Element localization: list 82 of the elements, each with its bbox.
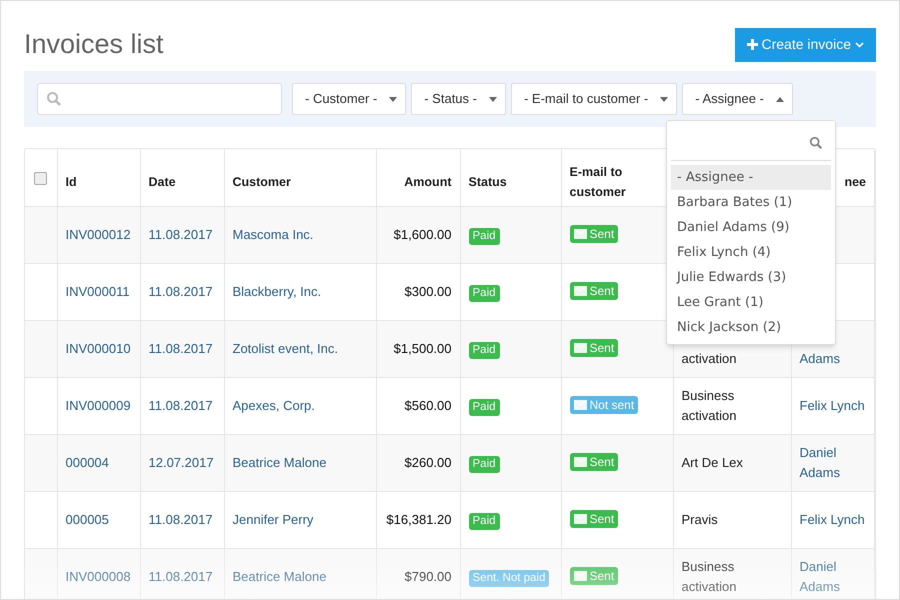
- status-badge: Paid: [468, 456, 500, 472]
- date-link[interactable]: 11.08.2017: [148, 510, 216, 530]
- status-badge: Paid: [468, 512, 500, 530]
- column-header: Customer: [232, 175, 291, 190]
- envelope-icon: [574, 400, 586, 410]
- email-badge: Sent: [570, 224, 618, 242]
- envelope-icon: [574, 342, 586, 352]
- column-header: Status: [468, 175, 507, 190]
- caret-down-icon: [660, 96, 668, 102]
- column-header: Amount: [404, 175, 452, 190]
- caret-up-icon: [776, 96, 784, 102]
- date-link[interactable]: 11.08.2017: [148, 566, 216, 586]
- email-badge: Sent: [570, 510, 618, 528]
- envelope-icon: [574, 570, 586, 580]
- assignee-link[interactable]: Felix Lynch: [800, 396, 866, 416]
- email-badge: Not sent: [570, 396, 638, 414]
- filter-dropdown[interactable]: - Customer -: [292, 83, 406, 115]
- status-badge: Sent. Not paid: [468, 570, 550, 586]
- date-link[interactable]: 12.07.2017: [148, 452, 216, 472]
- status-badge: Paid: [468, 342, 500, 358]
- amount-cell-text: $560.00: [404, 396, 452, 414]
- envelope-icon: [574, 456, 586, 466]
- filter-dropdown[interactable]: - Status -: [411, 83, 506, 115]
- column-header: Date: [148, 175, 176, 190]
- invoice-id-link[interactable]: INV000008: [66, 566, 132, 586]
- customer-link[interactable]: Mascoma Inc.: [232, 224, 368, 244]
- customer-link[interactable]: Apexes, Corp.: [232, 396, 368, 416]
- envelope-icon: [574, 286, 586, 296]
- date-link[interactable]: 11.08.2017: [148, 282, 216, 302]
- menu-item[interactable]: - Assignee -: [671, 165, 831, 190]
- amount-cell-text: $300.00: [404, 282, 452, 300]
- invoice-id-link[interactable]: INV000009: [66, 396, 132, 416]
- status-badge: Paid: [468, 228, 500, 244]
- date-link[interactable]: 11.08.2017: [148, 224, 216, 244]
- project-cell-text: activation: [682, 350, 738, 368]
- customer-link[interactable]: Beatrice Malone: [232, 452, 368, 472]
- caret-down-icon: [488, 96, 497, 102]
- filter-dropdown[interactable]: - Assignee -: [682, 83, 793, 115]
- customer-link[interactable]: Blackberry, Inc.: [232, 282, 368, 302]
- customer-link[interactable]: Zotolist event, Inc.: [232, 338, 368, 358]
- column-header: Id: [66, 175, 77, 190]
- assignee-link[interactable]: Daniel Adams: [800, 556, 866, 596]
- amount-cell-text: $1,500.00: [392, 340, 452, 358]
- amount-cell-text: $1,600.00: [392, 226, 452, 244]
- project-cell-text: Pravis: [682, 510, 719, 528]
- date-link[interactable]: 11.08.2017: [148, 396, 216, 416]
- column-header: E-mail to customer: [570, 165, 626, 200]
- envelope-icon: [574, 228, 586, 238]
- email-badge: Sent: [570, 452, 618, 470]
- assignee-link[interactable]: Felix Lynch: [800, 510, 866, 530]
- amount-cell-text: $16,381.20: [385, 510, 452, 528]
- project-cell-text: Art De Lex: [682, 454, 744, 472]
- search-icon: [46, 91, 62, 107]
- customer-link[interactable]: Beatrice Malone: [232, 566, 368, 586]
- assignee-link[interactable]: Daniel Adams: [800, 442, 866, 482]
- select-all-checkbox[interactable]: [34, 172, 48, 185]
- invoice-id-link[interactable]: INV000011: [66, 282, 132, 302]
- invoice-id-link[interactable]: INV000010: [66, 338, 132, 358]
- invoice-id-link[interactable]: INV000012: [66, 224, 132, 244]
- amount-cell-text: $260.00: [404, 454, 452, 472]
- status-badge: Paid: [468, 398, 500, 416]
- email-badge: Sent: [570, 282, 618, 300]
- invoice-id-link[interactable]: 000004: [66, 452, 132, 472]
- search-field[interactable]: [37, 83, 282, 115]
- caret-down-icon: [389, 96, 398, 102]
- envelope-icon: [574, 514, 586, 524]
- filter-dropdown[interactable]: - E-mail to customer -: [510, 83, 678, 115]
- customer-link[interactable]: Jennifer Perry: [232, 510, 368, 530]
- email-badge: Sent: [570, 338, 618, 356]
- invoice-id-link[interactable]: 000005: [66, 510, 132, 530]
- search-icon: [809, 136, 823, 150]
- status-badge: Paid: [468, 284, 500, 302]
- date-link[interactable]: 11.08.2017: [148, 338, 216, 358]
- plus-icon: [746, 39, 758, 50]
- project-cell-text: Business activation: [682, 558, 738, 596]
- column-header: nee: [844, 175, 866, 190]
- amount-cell-text: $790.00: [404, 568, 452, 586]
- project-cell-text: Business activation: [682, 386, 738, 424]
- email-badge: Sent: [570, 566, 618, 584]
- assignee-link[interactable]: Adams: [800, 348, 866, 368]
- page-title: Invoices list: [24, 28, 164, 62]
- chevron-down-icon: [855, 42, 864, 48]
